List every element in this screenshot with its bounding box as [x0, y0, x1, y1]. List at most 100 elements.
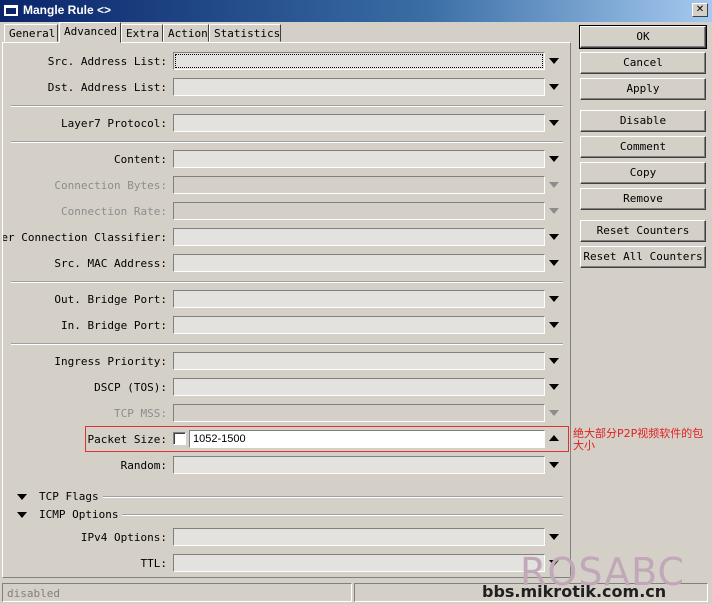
row-random: Random:	[3, 456, 570, 476]
close-button[interactable]: ✕	[692, 3, 708, 17]
src-mac-address-input[interactable]	[173, 254, 545, 272]
ingress-priority-label: Ingress Priority:	[54, 355, 167, 368]
connection-bytes-dropdown-icon	[549, 182, 559, 188]
section-line	[113, 514, 563, 516]
tab-advanced[interactable]: Advanced	[59, 22, 121, 43]
packet-size-collapse-icon[interactable]	[549, 435, 559, 441]
random-input[interactable]	[173, 456, 545, 474]
row-connection-bytes: Connection Bytes:	[3, 176, 570, 196]
window-icon	[4, 5, 18, 16]
ttl-label: TTL:	[140, 557, 168, 570]
connection-bytes-label: Connection Bytes:	[54, 179, 167, 192]
row-ingress-priority: Ingress Priority:	[3, 352, 570, 372]
tab-action[interactable]: Action	[163, 24, 209, 42]
per-connection-classifier-label: Per Connection Classifier:	[2, 231, 167, 244]
random-label: Random:	[120, 459, 167, 472]
content-label: Content:	[114, 153, 167, 166]
layer7-protocol-dropdown-icon[interactable]	[549, 120, 559, 126]
tcp-mss-label: TCP MSS:	[114, 407, 167, 420]
separator	[11, 105, 563, 107]
title-bar: Mangle Rule <> ✕	[0, 0, 712, 22]
packet-size-input[interactable]: 1052-1500	[189, 430, 545, 448]
separator	[11, 141, 563, 143]
dst-address-list-input[interactable]	[173, 78, 545, 96]
apply-button[interactable]: Apply	[580, 78, 706, 100]
in-bridge-port-input[interactable]	[173, 316, 545, 334]
advanced-panel: Src. Address List: Dst. Address List: La…	[2, 42, 571, 578]
status-cell-state: disabled	[2, 583, 352, 602]
copy-button[interactable]: Copy	[580, 162, 706, 184]
row-ipv4-options: IPv4 Options:	[3, 528, 570, 548]
tcp-mss-dropdown-icon	[549, 410, 559, 416]
tab-extra[interactable]: Extra	[121, 24, 163, 42]
window-title: Mangle Rule <>	[23, 3, 112, 17]
row-src-address-list: Src. Address List:	[3, 52, 570, 72]
ipv4-options-input[interactable]	[173, 528, 545, 546]
src-address-list-input[interactable]	[173, 52, 545, 70]
per-connection-classifier-dropdown-icon[interactable]	[549, 234, 559, 240]
dscp-dropdown-icon[interactable]	[549, 384, 559, 390]
content-input[interactable]	[173, 150, 545, 168]
remove-button[interactable]: Remove	[580, 188, 706, 210]
content-dropdown-icon[interactable]	[549, 156, 559, 162]
src-address-list-dropdown-icon[interactable]	[549, 58, 559, 64]
cancel-button[interactable]: Cancel	[580, 52, 706, 74]
per-connection-classifier-input[interactable]	[173, 228, 545, 246]
out-bridge-port-dropdown-icon[interactable]	[549, 296, 559, 302]
ok-button[interactable]: OK	[579, 25, 707, 49]
dst-address-list-dropdown-icon[interactable]	[549, 84, 559, 90]
tcp-flags-section[interactable]: TCP Flags	[3, 489, 570, 505]
src-mac-address-label: Src. MAC Address:	[54, 257, 167, 270]
ttl-input[interactable]	[173, 554, 545, 572]
connection-bytes-input	[173, 176, 545, 194]
triangle-down-icon[interactable]	[17, 512, 27, 518]
ipv4-options-dropdown-icon[interactable]	[549, 534, 559, 540]
row-layer7-protocol: Layer7 Protocol:	[3, 114, 570, 134]
row-ttl: TTL:	[3, 554, 570, 574]
row-content: Content:	[3, 150, 570, 170]
reset-counters-button[interactable]: Reset Counters	[580, 220, 706, 242]
in-bridge-port-label: In. Bridge Port:	[61, 319, 167, 332]
watermark-site: bbs.mikrotik.com.cn	[482, 582, 667, 601]
row-dscp: DSCP (TOS):	[3, 378, 570, 398]
close-icon: ✕	[695, 4, 705, 15]
icmp-options-label: ICMP Options	[39, 508, 123, 521]
src-address-list-label: Src. Address List:	[47, 55, 167, 68]
tcp-mss-input	[173, 404, 545, 422]
row-src-mac-address: Src. MAC Address:	[3, 254, 570, 274]
in-bridge-port-dropdown-icon[interactable]	[549, 322, 559, 328]
dscp-label: DSCP (TOS):	[94, 381, 167, 394]
ingress-priority-input[interactable]	[173, 352, 545, 370]
dscp-input[interactable]	[173, 378, 545, 396]
tab-statistics[interactable]: Statistics	[209, 24, 281, 42]
tcp-flags-label: TCP Flags	[39, 490, 103, 503]
connection-rate-dropdown-icon	[549, 208, 559, 214]
connection-rate-label: Connection Rate:	[61, 205, 167, 218]
tab-general[interactable]: General	[4, 24, 58, 42]
random-dropdown-icon[interactable]	[549, 462, 559, 468]
icmp-options-section[interactable]: ICMP Options	[3, 507, 570, 523]
reset-all-counters-button[interactable]: Reset All Counters	[580, 246, 706, 268]
status-text: disabled	[7, 587, 60, 600]
dst-address-list-label: Dst. Address List:	[47, 81, 167, 94]
row-dst-address-list: Dst. Address List:	[3, 78, 570, 98]
layer7-protocol-input[interactable]	[173, 114, 545, 132]
row-out-bridge-port: Out. Bridge Port:	[3, 290, 570, 310]
row-tcp-mss: TCP MSS:	[3, 404, 570, 424]
disable-button[interactable]: Disable	[580, 110, 706, 132]
ingress-priority-dropdown-icon[interactable]	[549, 358, 559, 364]
comment-button[interactable]: Comment	[580, 136, 706, 158]
out-bridge-port-label: Out. Bridge Port:	[54, 293, 167, 306]
row-per-connection-classifier: Per Connection Classifier:	[2, 228, 570, 248]
out-bridge-port-input[interactable]	[173, 290, 545, 308]
packet-size-invert-checkbox[interactable]	[173, 432, 186, 445]
ipv4-options-label: IPv4 Options:	[80, 531, 167, 544]
layer7-protocol-label: Layer7 Protocol:	[61, 117, 167, 130]
src-mac-address-dropdown-icon[interactable]	[549, 260, 559, 266]
separator	[11, 343, 563, 345]
connection-rate-input	[173, 202, 545, 220]
separator	[11, 281, 563, 283]
triangle-down-icon[interactable]	[17, 494, 27, 500]
packet-size-label: Packet Size:	[87, 433, 167, 446]
row-in-bridge-port: In. Bridge Port:	[3, 316, 570, 336]
